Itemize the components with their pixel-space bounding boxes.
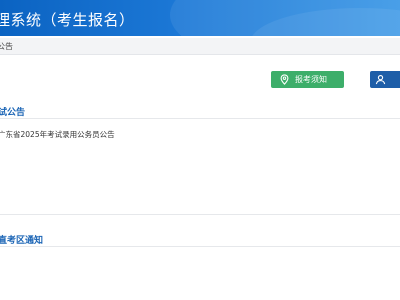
breadcrumb: 公告 — [0, 42, 13, 51]
exam-notice-label: 报考须知 — [295, 75, 327, 84]
location-pin-icon — [279, 74, 290, 85]
app-header: 理系统（考生报名） — [0, 0, 400, 36]
section-title-exam-announcement: 试公告 — [0, 108, 26, 118]
person-icon — [375, 74, 386, 85]
announcement-link[interactable]: 广东省2025年考试录用公务员公告 — [0, 129, 115, 140]
secondary-action-button[interactable] — [370, 71, 400, 88]
section-divider — [0, 246, 400, 247]
system-title: 理系统（考生报名） — [0, 11, 135, 29]
section-divider — [0, 214, 400, 215]
breadcrumb-bar: 公告 — [0, 38, 400, 55]
section-title-exam-area-notice: 直考区通知 — [0, 236, 44, 246]
exam-notice-button[interactable]: 报考须知 — [271, 71, 344, 88]
section-divider — [0, 118, 400, 119]
